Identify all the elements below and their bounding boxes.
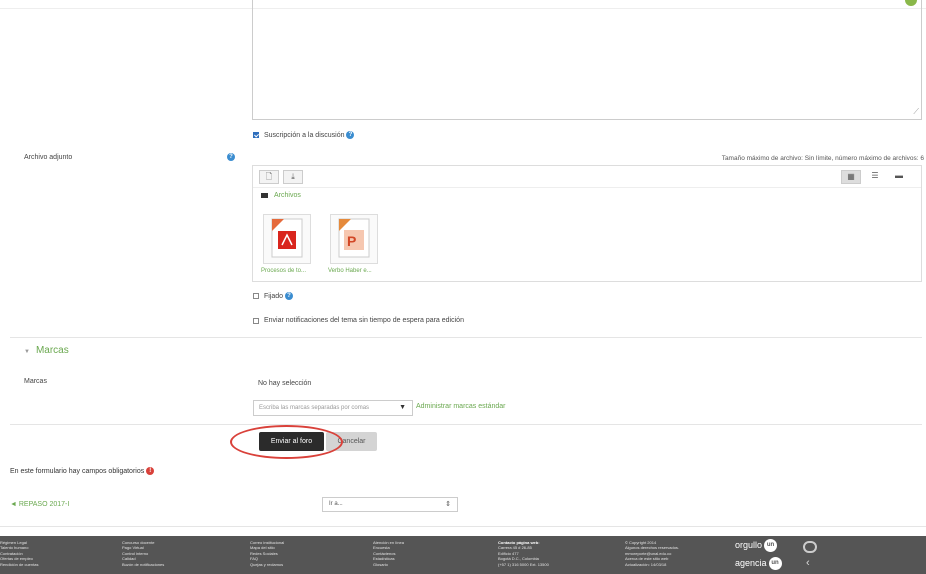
footer-link[interactable]: Quejas y reclamos xyxy=(250,562,284,567)
view-tree-button[interactable]: ▬ xyxy=(889,170,909,184)
collapse-triangle-icon: ▼ xyxy=(24,349,30,355)
powerpoint-file-icon: P xyxy=(338,218,370,258)
orgullo-un-logo[interactable]: orgullo un xyxy=(735,539,778,552)
help-icon[interactable]: ? xyxy=(346,131,355,139)
help-icon[interactable]: ? xyxy=(284,292,293,300)
footer-col-6: © Copyright 2014 Algunos derechos reserv… xyxy=(625,540,679,567)
jump-to-placeholder: Ir a... xyxy=(329,501,343,507)
notify-label: Enviar notificaciones del tema sin tiemp… xyxy=(263,317,464,324)
file-tile-pdf[interactable] xyxy=(263,214,311,264)
pinned-row: Fijado ? xyxy=(253,292,293,300)
jump-to-select[interactable]: Ir a... ⇕ xyxy=(322,497,458,512)
subscription-checkbox[interactable] xyxy=(253,132,259,138)
footer-link[interactable]: Rendición de cuentas xyxy=(0,562,38,567)
manage-tags-link[interactable]: Administrar marcas estándar xyxy=(416,403,505,410)
footer-link[interactable]: Buzón de notificaciones xyxy=(122,562,164,567)
footer-col-1: Régimen Legal Talento humano Contratació… xyxy=(0,540,38,567)
subscription-row: Suscripción a la discusión ? xyxy=(253,131,355,139)
path-root-link[interactable]: Archivos xyxy=(274,192,301,199)
add-file-button[interactable]: 🗋 xyxy=(259,170,279,184)
file-tile-ppt[interactable]: P xyxy=(330,214,378,264)
brand-text: agencia xyxy=(735,557,767,568)
folder-path: Archivos xyxy=(261,192,301,199)
tags-section-header[interactable]: ▼ Marcas xyxy=(24,345,69,356)
pinned-label: Fijado xyxy=(263,292,284,300)
notify-row: Enviar notificaciones del tema sin tiemp… xyxy=(253,317,464,324)
attachment-help-icon[interactable]: ? xyxy=(227,153,235,161)
pdf-file-icon xyxy=(271,218,303,258)
brand-mark: un xyxy=(768,557,782,570)
svg-text:P: P xyxy=(347,233,356,249)
footer-link[interactable]: Ofertas de empleo xyxy=(0,556,38,561)
file-name[interactable]: Procesos de to... xyxy=(261,268,306,274)
highlight-ring xyxy=(230,425,343,459)
accessibility-icon[interactable] xyxy=(803,541,817,553)
tags-no-selection: No hay selección xyxy=(258,380,312,387)
max-size-text: Tamaño máximo de archivo: Sin límite, nú… xyxy=(721,155,924,162)
file-name[interactable]: Verbo Haber e... xyxy=(328,268,372,274)
footer-col-2: Concurso docente Pago Virtual Control in… xyxy=(122,540,164,567)
section-divider xyxy=(10,424,922,425)
download-all-button[interactable]: ⤓ xyxy=(283,170,303,184)
dropdown-arrow-icon[interactable]: ▼ xyxy=(399,404,406,411)
brand-text: orgullo xyxy=(735,539,763,550)
agencia-un-logo[interactable]: agencia un xyxy=(735,557,782,570)
tags-field-label: Marcas xyxy=(24,378,47,385)
attachment-label: Archivo adjunto xyxy=(24,154,73,161)
footer-text: (+57 1) 316 5000 Ext. 13500 xyxy=(498,561,549,567)
section-divider xyxy=(10,337,922,338)
subscription-label: Suscripción a la discusión xyxy=(263,131,345,139)
site-footer: Régimen Legal Talento humano Contratació… xyxy=(0,536,926,574)
tags-input[interactable]: Escriba las marcas separadas por comas ▼ xyxy=(253,400,413,416)
footer-text: Actualización: 14/03/18 xyxy=(625,561,667,567)
previous-activity-link[interactable]: ◄ REPASO 2017-I xyxy=(10,501,69,508)
file-manager: 🗋 ⤓ ▦ ☰ ▬ Archivos Procesos de to... P V… xyxy=(252,165,922,282)
brand-mark: un xyxy=(764,539,778,552)
message-editor[interactable]: ⟋ xyxy=(252,0,922,120)
notify-checkbox[interactable] xyxy=(253,317,259,324)
editor-status-icon xyxy=(905,0,917,6)
folder-icon xyxy=(261,192,268,198)
footer-col-3: Correo institucional Mapa del sitio Rede… xyxy=(250,540,284,567)
tags-section-title: Marcas xyxy=(35,345,69,356)
pinned-checkbox[interactable] xyxy=(253,293,259,299)
required-icon: ! xyxy=(146,467,155,475)
required-fields-note: En este formulario hay campos obligatori… xyxy=(10,467,155,475)
footer-link[interactable]: Glosario xyxy=(373,562,404,567)
footer-col-5: Contacto página web: Carrera 45 # 26-85 … xyxy=(498,540,549,567)
collapse-arrow-icon[interactable]: ‹ xyxy=(806,557,810,569)
file-manager-toolbar: 🗋 ⤓ ▦ ☰ ▬ xyxy=(253,166,921,188)
view-list-button[interactable]: ☰ xyxy=(865,170,885,184)
footer-col-4: Atención en línea Encuesta Contáctenos E… xyxy=(373,540,404,567)
view-icons-button[interactable]: ▦ xyxy=(841,170,861,184)
resize-handle-icon[interactable]: ⟋ xyxy=(913,107,919,117)
footer-divider xyxy=(0,526,926,527)
select-arrows-icon: ⇕ xyxy=(445,501,451,508)
required-note-text: En este formulario hay campos obligatori… xyxy=(10,467,145,475)
tags-input-placeholder: Escriba las marcas separadas por comas xyxy=(259,405,370,411)
footer-contact-title: Contacto página web: xyxy=(498,540,540,545)
